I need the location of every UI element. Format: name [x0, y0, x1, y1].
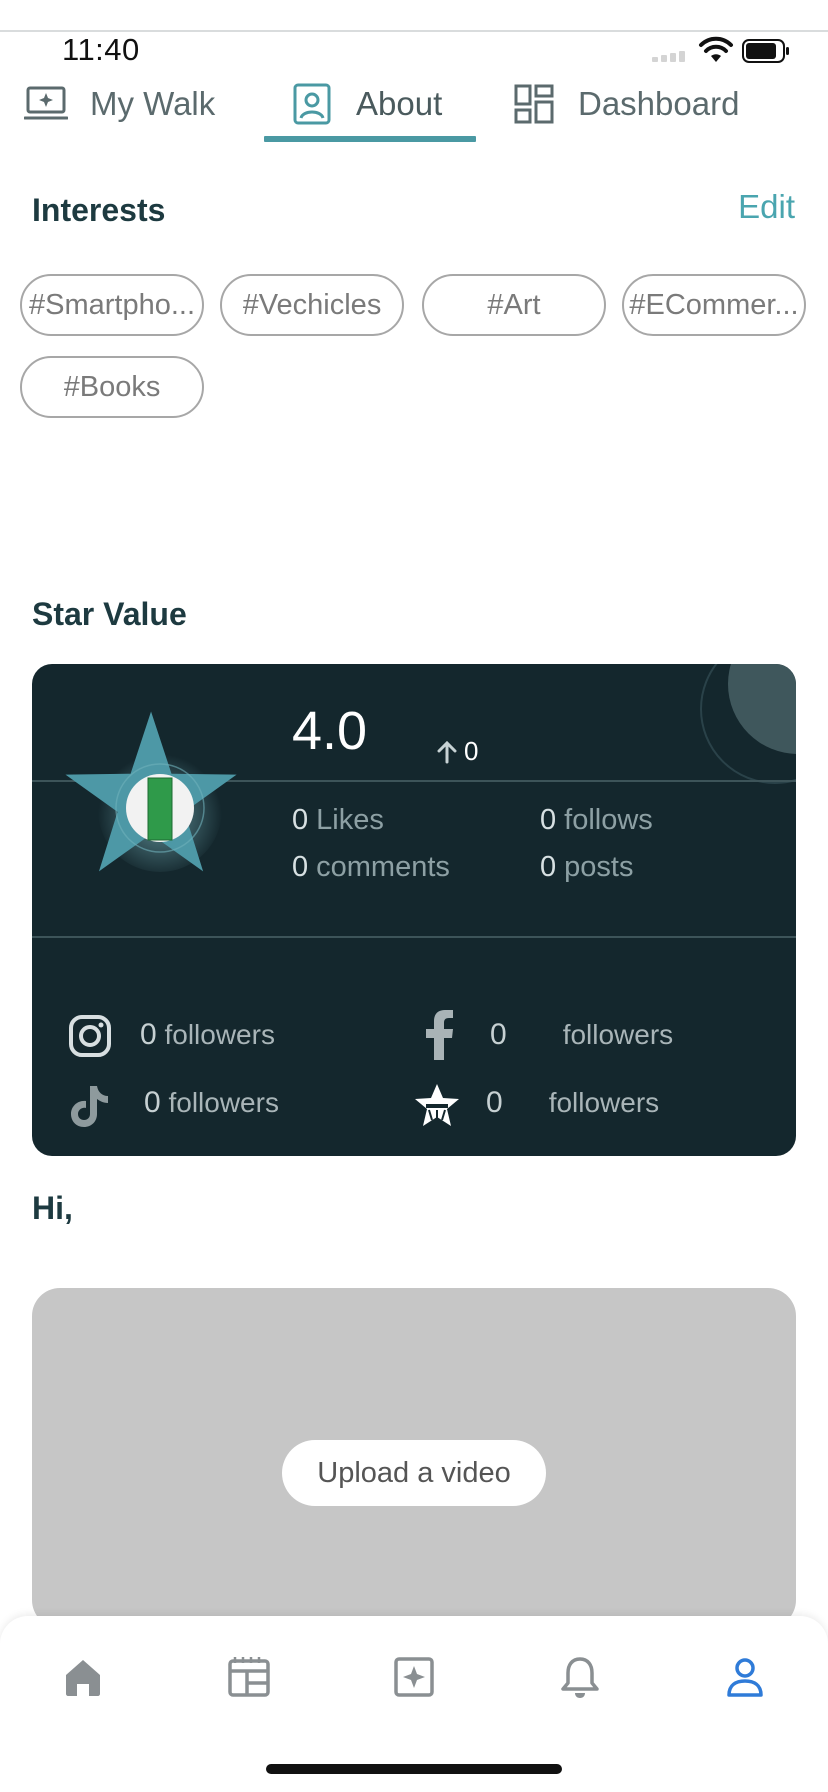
interest-chip[interactable]: #Art: [422, 274, 606, 336]
nav-home[interactable]: [58, 1652, 108, 1702]
tiktok-count: 0: [144, 1086, 161, 1119]
facebook-followers: 0 followers: [490, 1018, 673, 1052]
likes-label: Likes: [316, 804, 384, 836]
tab-about[interactable]: About: [290, 64, 442, 144]
instagram-icon: [69, 1015, 111, 1057]
comments-count: 0: [292, 851, 309, 883]
arrow-up-icon: [437, 740, 457, 763]
app-star-label: followers: [548, 1087, 660, 1118]
profile-tabs: My Walk About Dashboard: [0, 64, 828, 144]
nav-profile[interactable]: [720, 1652, 770, 1702]
tiktok-icon: [71, 1086, 108, 1127]
status-time: 11:40: [62, 32, 140, 67]
star-value-card: 4.0 0 0 Likes 0 follows 0 comments 0 posts 0…: [32, 664, 796, 1156]
comments-stat: 0 comments: [292, 851, 450, 884]
home-indicator: [266, 1764, 562, 1774]
battery-icon: [742, 39, 789, 63]
chip-label: #Smartpho...: [28, 288, 196, 321]
home-icon: [66, 1660, 100, 1696]
posts-count: 0: [540, 851, 557, 883]
nav-feed[interactable]: [224, 1652, 274, 1702]
posts-label: posts: [564, 851, 634, 883]
feed-icon: [228, 1657, 270, 1697]
edit-interests-button[interactable]: Edit: [738, 188, 795, 226]
tab-label: My Walk: [90, 85, 216, 122]
contact-card-icon: [293, 83, 331, 125]
dashboard-icon: [514, 84, 554, 124]
chip-label: #ECommer...: [629, 288, 799, 321]
chip-label: #Books: [63, 370, 161, 403]
instagram-label: followers: [164, 1019, 275, 1050]
likes-stat: 0 Likes: [292, 804, 384, 837]
app-star-icon: [415, 1084, 459, 1126]
instagram-followers: 0 followers: [140, 1018, 275, 1052]
star-delta: 0: [436, 736, 478, 767]
star-value-title: Star Value: [32, 596, 187, 632]
cellular-signal-icon: [652, 50, 692, 62]
instagram-count: 0: [140, 1018, 157, 1051]
interests-title: Interests: [32, 192, 166, 228]
tab-dashboard[interactable]: Dashboard: [512, 64, 739, 144]
upload-video-button[interactable]: Upload a video: [282, 1440, 546, 1506]
active-tab-indicator: [264, 136, 476, 142]
laptop-star-icon: [24, 86, 68, 120]
star-score: 4.0: [292, 701, 368, 761]
tab-my-walk[interactable]: My Walk: [24, 64, 215, 144]
sparkle-square-icon: [394, 1657, 434, 1697]
card-divider: [32, 936, 796, 938]
interest-chip[interactable]: #Vechicles: [220, 274, 404, 336]
facebook-icon: [426, 1010, 453, 1060]
interest-chip[interactable]: #Books: [20, 356, 204, 418]
follows-stat: 0 follows: [540, 804, 653, 837]
tab-label: About: [356, 85, 443, 122]
comments-label: comments: [316, 851, 450, 883]
nav-create[interactable]: [389, 1652, 439, 1702]
tab-label: Dashboard: [578, 85, 740, 122]
star-badge-icon: [65, 711, 237, 872]
follows-count: 0: [540, 804, 557, 836]
star-delta-value: 0: [464, 736, 479, 766]
tiktok-label: followers: [168, 1087, 279, 1118]
profile-icon: [727, 1658, 763, 1697]
facebook-count: 0: [490, 1018, 507, 1051]
wifi-icon: [699, 36, 733, 62]
chip-label: #Vechicles: [242, 288, 382, 321]
bell-icon: [561, 1657, 599, 1698]
nav-notifications[interactable]: [555, 1652, 605, 1702]
app-star-followers: 0 followers: [486, 1086, 659, 1120]
follows-label: follows: [564, 804, 653, 836]
facebook-label: followers: [562, 1019, 674, 1050]
likes-count: 0: [292, 804, 309, 836]
posts-stat: 0 posts: [540, 851, 633, 884]
interest-chip[interactable]: #Smartpho...: [20, 274, 204, 336]
greeting-text: Hi,: [32, 1190, 73, 1226]
tiktok-followers: 0 followers: [144, 1086, 279, 1120]
interest-chip[interactable]: #ECommer...: [622, 274, 806, 336]
chip-label: #Art: [487, 288, 541, 321]
app-star-count: 0: [486, 1086, 503, 1119]
